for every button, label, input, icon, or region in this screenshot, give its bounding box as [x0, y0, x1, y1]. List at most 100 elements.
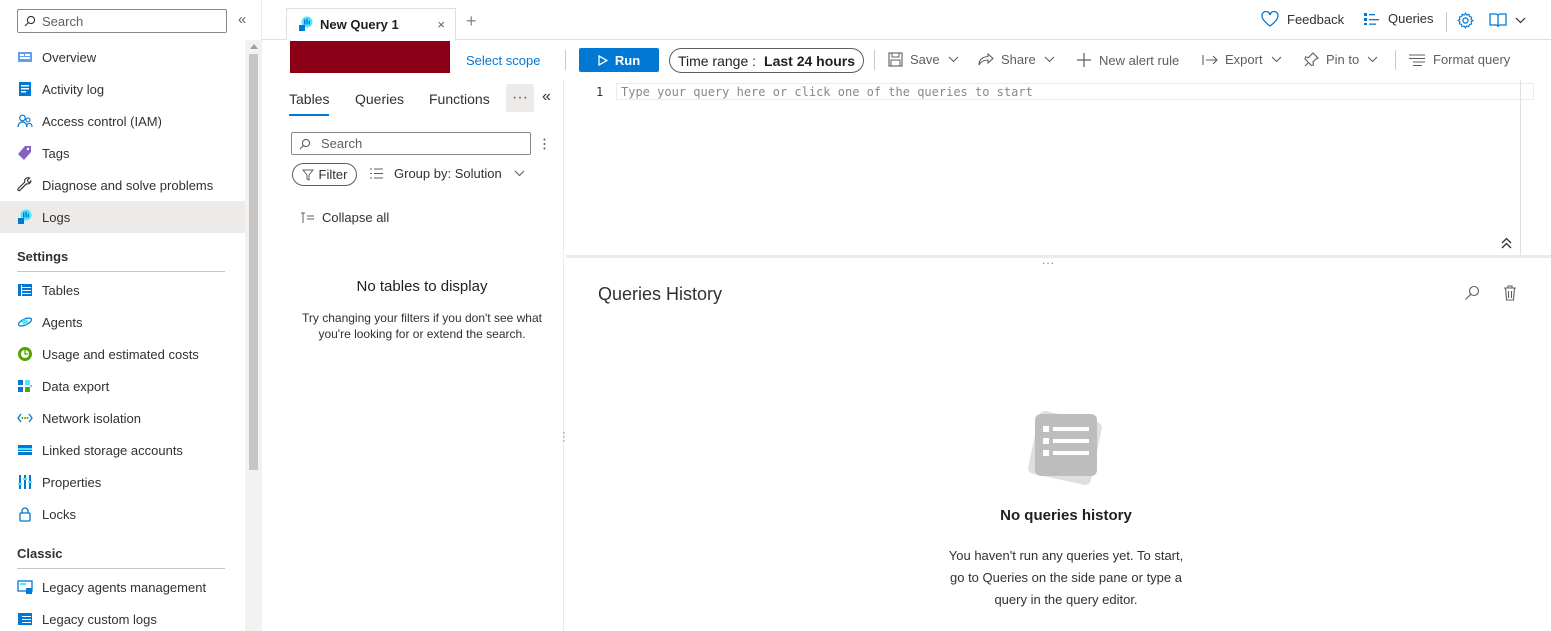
nav-item-access-control[interactable]: Access control (IAM) [0, 105, 245, 137]
queries-button[interactable]: Queries [1364, 11, 1434, 26]
nav-item-data-export[interactable]: Data export [0, 370, 245, 402]
share-button[interactable]: Share [978, 52, 1062, 67]
pin-to-button[interactable]: Pin to [1304, 52, 1385, 67]
scope-resource-block[interactable] [290, 41, 450, 73]
query-tab-bar: New Query 1 × + Feedback Queries [262, 0, 1551, 41]
data-export-icon [17, 378, 33, 394]
search-icon [299, 138, 311, 149]
no-history-title: No queries history [1000, 507, 1132, 524]
nav-item-legacy-agents[interactable]: Legacy agents management [0, 571, 245, 603]
nav-item-legacy-custom-logs[interactable]: Legacy custom logs [0, 603, 245, 631]
format-query-button[interactable]: Format query [1408, 52, 1510, 67]
tag-icon [17, 145, 33, 161]
nav-item-logs[interactable]: Logs [0, 201, 245, 233]
heart-icon [1261, 11, 1279, 27]
scroll-up-icon[interactable] [250, 44, 258, 49]
nav-item-label: Linked storage accounts [42, 442, 183, 458]
save-button[interactable]: Save [888, 52, 966, 67]
network-icon [17, 410, 33, 426]
export-button[interactable]: Export [1202, 52, 1289, 67]
feedback-button[interactable]: Feedback [1261, 11, 1344, 27]
new-alert-rule-button[interactable]: New alert rule [1076, 52, 1179, 68]
nav-item-properties[interactable]: Properties [0, 466, 245, 498]
schema-search-input[interactable]: Search [291, 132, 531, 155]
nav-item-label: Usage and estimated costs [42, 346, 199, 362]
nav-item-usage[interactable]: Usage and estimated costs [0, 338, 245, 370]
usage-icon [17, 346, 33, 362]
queries-label: Queries [1388, 11, 1434, 26]
people-icon [17, 113, 33, 129]
wrench-icon [17, 177, 33, 193]
nav-item-label: Network isolation [42, 410, 141, 426]
logs-icon [17, 209, 33, 225]
nav-item-diagnose[interactable]: Diagnose and solve problems [0, 169, 245, 201]
nav-item-tags[interactable]: Tags [0, 137, 245, 169]
nav-item-label: Logs [42, 209, 71, 225]
nav-item-network-isolation[interactable]: Network isolation [0, 402, 245, 434]
list-icon [370, 168, 383, 179]
more-options-button[interactable]: ··· [506, 84, 534, 112]
collapse-pane-icon[interactable]: « [542, 88, 551, 106]
save-icon [888, 52, 903, 67]
query-editor[interactable]: 1 Type your query here or click one of t… [566, 80, 1551, 258]
nav-item-tables[interactable]: Tables [0, 274, 245, 306]
chevron-down-icon [1271, 56, 1281, 63]
nav-item-label: Tables [42, 282, 80, 298]
toolbar-divider [874, 50, 875, 70]
resource-menu: Search « Overview Activity log Access co… [0, 0, 262, 631]
collapse-all-button[interactable]: Collapse all [300, 210, 389, 225]
nav-item-linked-storage[interactable]: Linked storage accounts [0, 434, 245, 466]
run-button[interactable]: Run [579, 48, 659, 72]
double-chevron-up-icon[interactable] [1501, 237, 1512, 249]
nav-item-label: Activity log [42, 81, 105, 97]
nav-item-overview[interactable]: Overview [0, 41, 245, 73]
time-range-picker[interactable]: Time range : Last 24 hours [669, 48, 864, 73]
nav-item-locks[interactable]: Locks [0, 498, 245, 530]
editor-scrollbar[interactable] [1520, 80, 1521, 255]
share-icon [978, 52, 994, 65]
select-scope-link[interactable]: Select scope [466, 53, 540, 68]
active-tab-indicator [289, 114, 329, 116]
queries-history-panel: Queries History No queries history You h… [566, 261, 1551, 631]
vertical-more-icon[interactable] [543, 138, 546, 150]
nav-item-activity-log[interactable]: Activity log [0, 73, 245, 105]
legacy-logs-icon [17, 611, 33, 627]
tab-functions[interactable]: Functions [429, 91, 490, 107]
menu-scrollbar[interactable] [245, 40, 262, 631]
table-icon [17, 282, 33, 298]
close-tab-icon[interactable]: × [437, 17, 445, 32]
menu-search-input[interactable]: Search [17, 9, 227, 33]
pin-icon [1304, 52, 1319, 67]
settings-button[interactable] [1457, 12, 1474, 29]
plus-icon [1077, 53, 1091, 67]
section-divider [17, 568, 225, 569]
empty-history-illustration [1028, 411, 1102, 485]
storage-icon [17, 442, 33, 458]
nav-item-agents[interactable]: Agents [0, 306, 245, 338]
nav-item-label: Legacy agents management [42, 579, 207, 595]
collapse-menu-icon[interactable]: « [238, 11, 246, 28]
lock-icon [17, 506, 33, 522]
no-tables-title: No tables to display [356, 278, 488, 295]
group-by-label: Group by: Solution [394, 166, 502, 181]
trash-icon[interactable] [1503, 285, 1517, 301]
format-query-label: Format query [1433, 52, 1511, 67]
nav-item-label: Agents [42, 314, 83, 330]
filter-button[interactable]: Filter [292, 163, 357, 186]
search-icon[interactable] [1464, 285, 1480, 301]
docs-button[interactable] [1489, 12, 1526, 28]
group-by-dropdown[interactable]: Group by: Solution [370, 166, 525, 181]
chevron-down-icon [1367, 56, 1378, 63]
collapse-all-icon [301, 212, 314, 223]
tab-tables[interactable]: Tables [289, 91, 329, 107]
tab-new-query-1[interactable]: New Query 1 × [286, 8, 456, 41]
nav-item-label: Overview [42, 49, 97, 65]
nav-item-label: Properties [42, 474, 102, 490]
chevron-down-icon [514, 170, 525, 177]
search-icon [24, 15, 36, 27]
tab-queries[interactable]: Queries [355, 91, 404, 107]
scroll-thumb[interactable] [249, 54, 258, 470]
command-bar: Select scope Run Time range : Last 24 ho… [262, 40, 1551, 80]
add-tab-icon[interactable]: + [466, 11, 477, 32]
book-icon [1489, 13, 1507, 28]
